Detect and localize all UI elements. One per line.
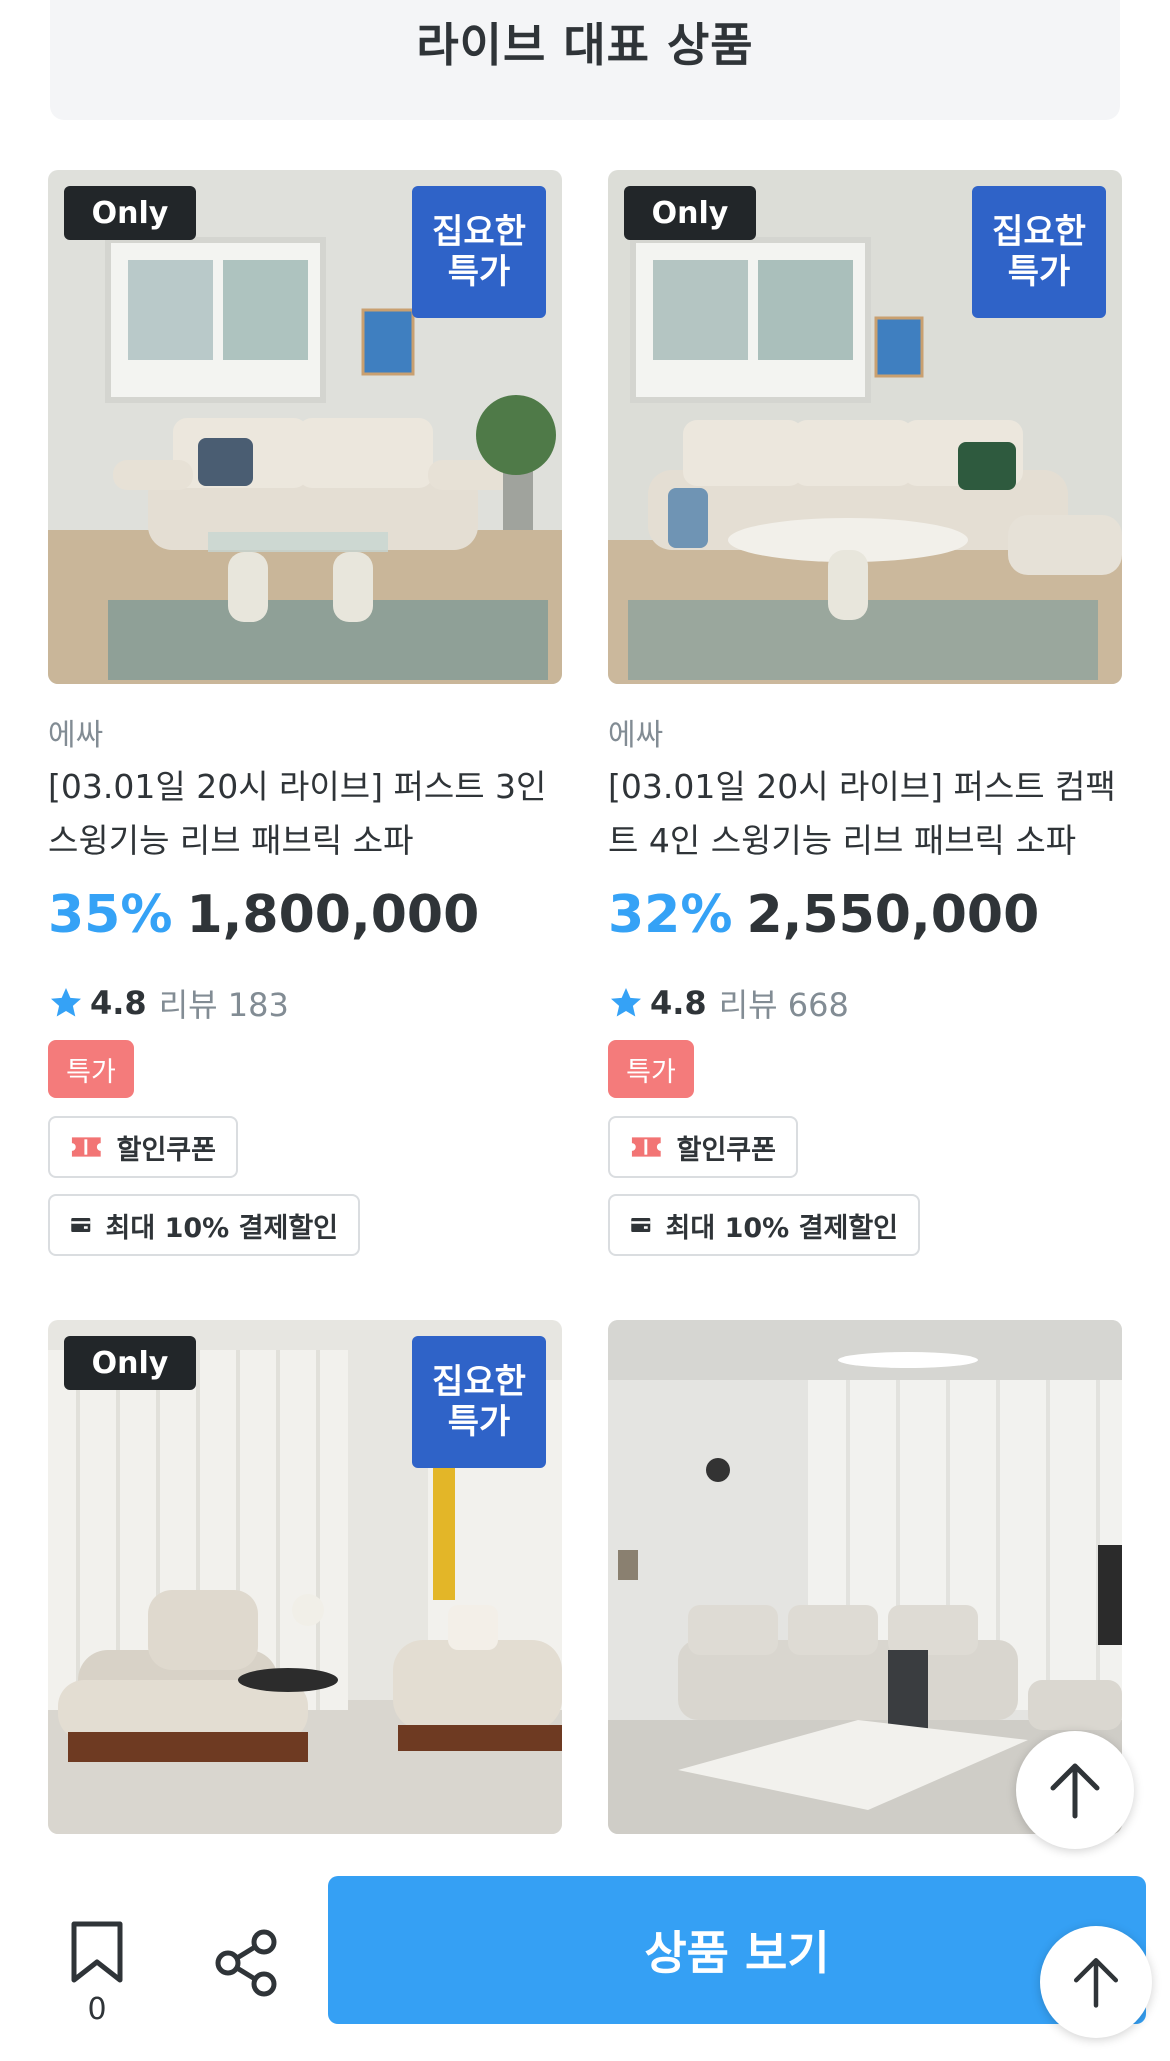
review-count: 리뷰 183 [158, 986, 289, 1024]
deal-badge-line2: 특가 [447, 1402, 511, 1442]
product-card[interactable]: Only 집요한 특가 에싸 [03.01일 20시 라이브] 퍼스트 컴팩트 … [608, 170, 1122, 1260]
bottom-action-bar: 0 상품 보기 [0, 1860, 1170, 2061]
product-image[interactable]: Only 집요한 특가 [48, 170, 562, 684]
product-image[interactable]: Only 집요한 특가 [48, 1320, 562, 1834]
star-icon [611, 988, 641, 1017]
payment-discount-label: 최대 10% 결제할인 [665, 1212, 898, 1244]
section-header: 라이브 대표 상품 [50, 0, 1120, 120]
price: 2,550,000 [746, 885, 1040, 945]
deal-badge: 집요한 특가 [412, 1336, 546, 1468]
payment-discount-chip: 최대 10% 결제할인 [48, 1194, 360, 1256]
price-row: 32% 2,550,000 [608, 885, 1039, 945]
card-icon [631, 1218, 651, 1232]
review-count: 리뷰 668 [718, 986, 849, 1024]
only-badge: Only [64, 186, 196, 240]
view-product-button[interactable]: 상품 보기 [328, 1876, 1146, 2024]
discount-rate: 32% [608, 885, 733, 945]
scroll-to-top-button[interactable] [1040, 1926, 1152, 2038]
only-badge: Only [64, 1336, 196, 1390]
rating-score: 4.8 [90, 984, 147, 1022]
payment-discount-label: 최대 10% 결제할인 [105, 1212, 338, 1244]
coupon-icon [631, 1137, 661, 1157]
arrow-up-icon [1050, 1763, 1100, 1819]
deal-badge-line1: 집요한 [432, 212, 526, 252]
deal-badge: 집요한 특가 [412, 186, 546, 318]
bookmark-button[interactable]: 0 [62, 1920, 132, 2027]
special-tag: 특가 [48, 1040, 134, 1098]
share-button[interactable] [214, 1928, 280, 2002]
product-title[interactable]: [03.01일 20시 라이브] 퍼스트 3인 스윙기능 리브 패브릭 소파 [48, 760, 562, 868]
share-icon [215, 1929, 277, 1997]
deal-badge: 집요한 특가 [972, 186, 1106, 318]
product-image[interactable]: Only 집요한 특가 [608, 170, 1122, 684]
deal-badge-line2: 특가 [447, 252, 511, 292]
scroll-to-top-button[interactable] [1016, 1731, 1134, 1849]
price: 1,800,000 [186, 885, 480, 945]
deal-badge-line2: 특가 [1007, 252, 1071, 292]
rating-row: 4.8 리뷰 183 [48, 980, 289, 1026]
brand-name[interactable]: 에싸 [48, 710, 103, 754]
price-row: 35% 1,800,000 [48, 885, 479, 945]
deal-badge-line1: 집요한 [432, 1362, 526, 1402]
rating-row: 4.8 리뷰 668 [608, 980, 849, 1026]
star-icon [51, 988, 81, 1017]
coupon-icon [71, 1137, 101, 1157]
coupon-label: 할인쿠폰 [116, 1134, 216, 1166]
card-icon [71, 1218, 91, 1232]
coupon-chip: 할인쿠폰 [608, 1116, 798, 1178]
payment-discount-chip: 최대 10% 결제할인 [608, 1194, 920, 1256]
brand-name[interactable]: 에싸 [608, 710, 663, 754]
special-tag: 특가 [608, 1040, 694, 1098]
product-card[interactable]: Only 집요한 특가 에싸 [03.01일 20시 라이브] 퍼스트 3인 스… [48, 170, 562, 1260]
coupon-chip: 할인쿠폰 [48, 1116, 238, 1178]
bookmark-icon [71, 1921, 123, 1983]
only-badge: Only [624, 186, 756, 240]
discount-rate: 35% [48, 885, 173, 945]
bookmark-count: 0 [87, 1992, 107, 2027]
product-title[interactable]: [03.01일 20시 라이브] 퍼스트 컴팩트 4인 스윙기능 리브 패브릭 … [608, 760, 1122, 868]
rating-score: 4.8 [650, 984, 707, 1022]
arrow-up-icon [1073, 1958, 1119, 2008]
coupon-label: 할인쿠폰 [676, 1134, 776, 1166]
section-title: 라이브 대표 상품 [416, 18, 754, 72]
deal-badge-line1: 집요한 [992, 212, 1086, 252]
product-card[interactable]: Only 집요한 특가 [48, 1320, 562, 1834]
